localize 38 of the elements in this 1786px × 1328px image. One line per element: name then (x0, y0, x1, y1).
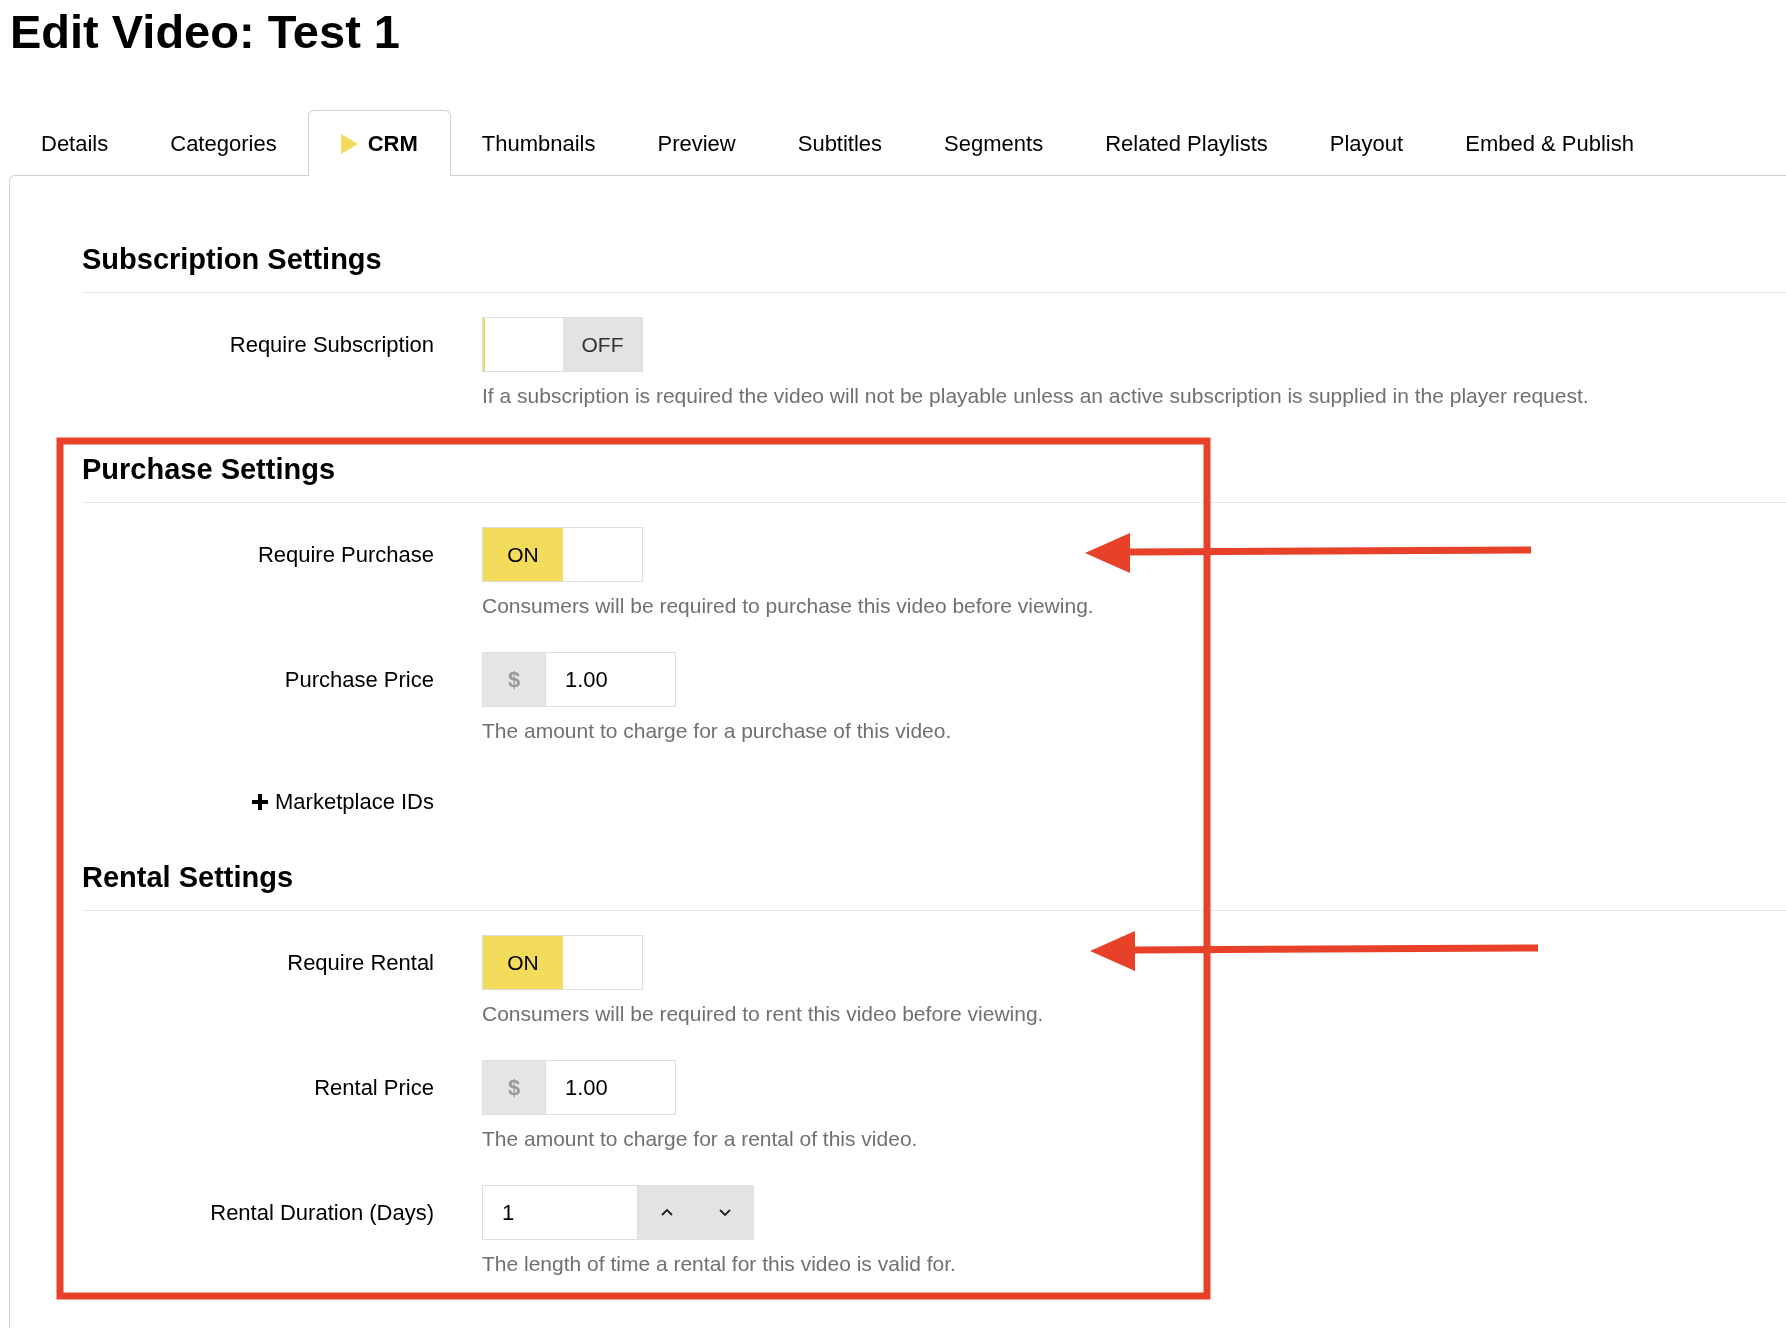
field-label: Rental Price (314, 1074, 434, 1102)
toggle-switch[interactable]: OFF (482, 317, 643, 372)
tab[interactable]: Details (10, 110, 140, 176)
add-marketplace-ids-link[interactable]: Marketplace IDs (251, 785, 434, 818)
currency-addon: $ (482, 1060, 546, 1115)
currency-addon: $ (482, 652, 546, 707)
toggle-switch[interactable]: ON (482, 527, 643, 582)
section-heading: Subscription Settings (82, 242, 383, 277)
tab[interactable]: Subtitles (766, 110, 914, 176)
help-text: If a subscription is required the video will not be playable unless an active subscription is supplied in the player request. (482, 383, 1589, 409)
tab[interactable]: Related Playlists (1074, 110, 1299, 176)
help-text: The amount to charge for a rental of this video. (482, 1126, 918, 1152)
tab[interactable]: Segments (913, 110, 1075, 176)
price-field[interactable]: 1.00 (546, 1060, 676, 1115)
help-text: Consumers will be required to purchase this video before viewing. (482, 593, 1094, 619)
toggle-state: ON (483, 528, 563, 581)
page-title: Edit Video: Test 1 (9, 4, 401, 60)
tab[interactable]: CRM (307, 110, 451, 176)
toggle-state: OFF (563, 318, 642, 371)
tab[interactable]: Playout (1298, 110, 1435, 176)
field-label: Rental Duration (Days) (210, 1199, 434, 1227)
number-field[interactable]: 1 (482, 1185, 638, 1240)
tab[interactable]: Preview (626, 110, 767, 176)
price-field[interactable]: 1.00 (546, 652, 676, 707)
tab[interactable]: Embed & Publish (1434, 110, 1665, 176)
section-heading: Purchase Settings (82, 452, 337, 487)
field-label: Require Rental (287, 949, 434, 977)
help-text: The length of time a rental for this video is valid for. (482, 1251, 956, 1277)
field-label: Purchase Price (284, 666, 434, 694)
tab[interactable]: Categories (139, 110, 308, 176)
help-text: The amount to charge for a purchase of this video. (482, 718, 952, 744)
section-heading: Rental Settings (82, 860, 295, 895)
toggle-state: ON (483, 936, 563, 989)
tab[interactable]: Thumbnails (450, 110, 627, 176)
help-text: Consumers will be required to rent this video before viewing. (482, 1001, 1044, 1027)
field-label: Require Subscription (229, 331, 434, 359)
field-label: Require Purchase (257, 541, 434, 569)
toggle-switch[interactable]: ON (482, 935, 643, 990)
